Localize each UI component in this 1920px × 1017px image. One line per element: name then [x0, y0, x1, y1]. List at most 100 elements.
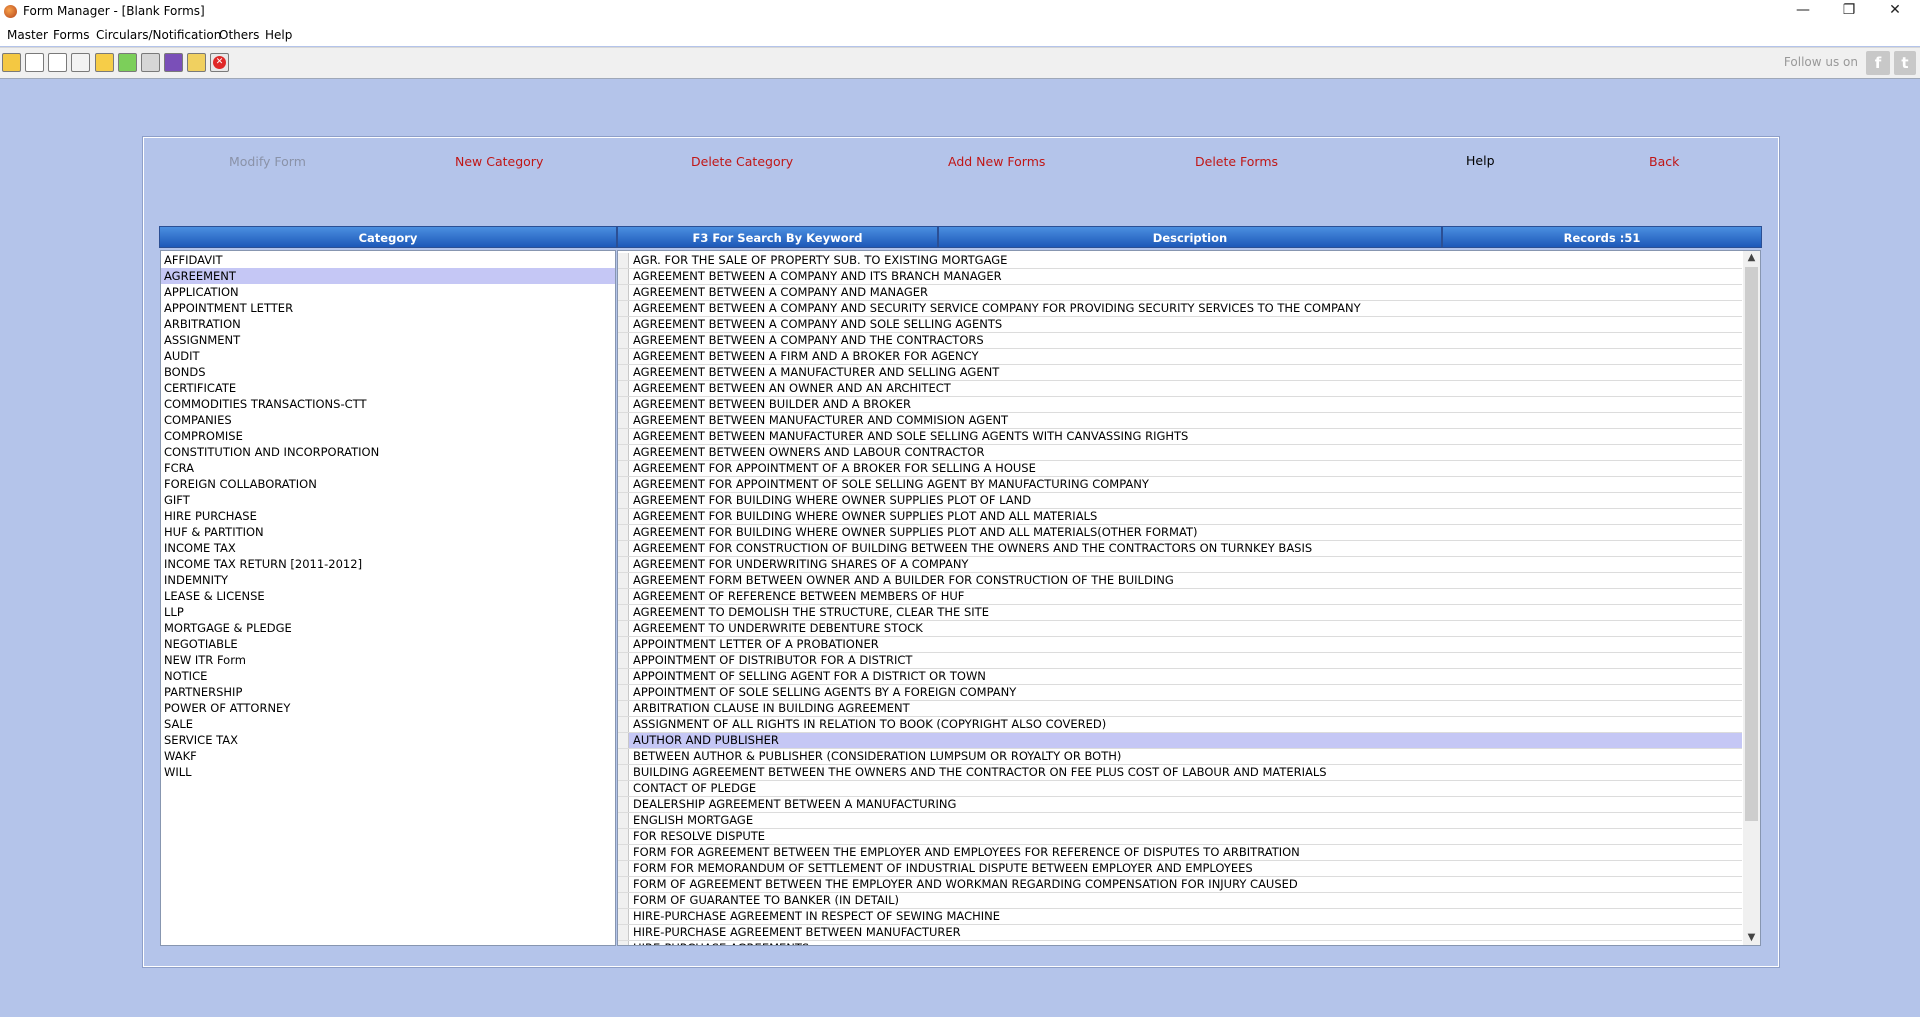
form-row[interactable]: FORM FOR MEMORANDUM OF SETTLEMENT OF IND…	[618, 861, 1742, 877]
row-header[interactable]	[618, 557, 629, 572]
form-row[interactable]: ASSIGNMENT OF ALL RIGHTS IN RELATION TO …	[618, 717, 1742, 733]
row-header[interactable]	[618, 333, 629, 348]
row-header[interactable]	[618, 797, 629, 812]
form-row[interactable]: AGREEMENT BETWEEN A COMPANY AND SOLE SEL…	[618, 317, 1742, 333]
form-row[interactable]: APPOINTMENT LETTER OF A PROBATIONER	[618, 637, 1742, 653]
chart-icon[interactable]	[118, 53, 137, 72]
form-row[interactable]: APPOINTMENT OF SELLING AGENT FOR A DISTR…	[618, 669, 1742, 685]
row-header[interactable]	[618, 925, 629, 940]
category-item[interactable]: FCRA	[161, 460, 615, 476]
row-header[interactable]	[618, 317, 629, 332]
form-row[interactable]: AGREEMENT OF REFERENCE BETWEEN MEMBERS O…	[618, 589, 1742, 605]
category-item[interactable]: CONSTITUTION AND INCORPORATION	[161, 444, 615, 460]
row-header[interactable]	[618, 749, 629, 764]
row-header[interactable]	[618, 941, 629, 945]
category-item[interactable]: POWER OF ATTORNEY	[161, 700, 615, 716]
row-header[interactable]	[618, 525, 629, 540]
category-item[interactable]: AFFIDAVIT	[161, 252, 615, 268]
form-row[interactable]: AGREEMENT FORM BETWEEN OWNER AND A BUILD…	[618, 573, 1742, 589]
facebook-icon[interactable]: f	[1866, 51, 1890, 75]
exit-icon[interactable]: ✕	[210, 53, 229, 72]
row-header[interactable]	[618, 733, 629, 748]
row-header[interactable]	[618, 397, 629, 412]
category-item[interactable]: LEASE & LICENSE	[161, 588, 615, 604]
form-row[interactable]: AGREEMENT BETWEEN A COMPANY AND SECURITY…	[618, 301, 1742, 317]
category-item[interactable]: PARTNERSHIP	[161, 684, 615, 700]
row-header[interactable]	[618, 605, 629, 620]
forms-grid[interactable]: AGR. FOR THE SALE OF PROPERTY SUB. TO EX…	[617, 250, 1761, 946]
row-header[interactable]	[618, 269, 629, 284]
category-item[interactable]: INCOME TAX RETURN [2011-2012]	[161, 556, 615, 572]
form-row[interactable]: AUTHOR AND PUBLISHER	[618, 733, 1742, 749]
menu-master[interactable]: Master	[7, 28, 48, 42]
row-header[interactable]	[618, 829, 629, 844]
users-icon[interactable]	[2, 53, 21, 72]
category-item[interactable]: NEGOTIABLE	[161, 636, 615, 652]
form-row[interactable]: AGREEMENT FOR BUILDING WHERE OWNER SUPPL…	[618, 493, 1742, 509]
form-row[interactable]: AGREEMENT TO DEMOLISH THE STRUCTURE, CLE…	[618, 605, 1742, 621]
delete-forms-button[interactable]: Delete Forms	[1195, 154, 1278, 169]
category-item[interactable]: MORTGAGE & PLEDGE	[161, 620, 615, 636]
form-row[interactable]: AGREEMENT BETWEEN MANUFACTURER AND COMMI…	[618, 413, 1742, 429]
row-header[interactable]	[618, 621, 629, 636]
category-item[interactable]: SERVICE TAX	[161, 732, 615, 748]
menu-forms[interactable]: Forms	[53, 28, 89, 42]
form-row[interactable]: APPOINTMENT OF SOLE SELLING AGENTS BY A …	[618, 685, 1742, 701]
row-header[interactable]	[618, 493, 629, 508]
add-new-forms-button[interactable]: Add New Forms	[948, 154, 1045, 169]
category-item[interactable]: ARBITRATION	[161, 316, 615, 332]
vertical-scrollbar[interactable]: ▲ ▼	[1743, 251, 1760, 945]
row-header[interactable]	[618, 685, 629, 700]
form-row[interactable]: AGREEMENT TO UNDERWRITE DEBENTURE STOCK	[618, 621, 1742, 637]
form-row[interactable]: FOR RESOLVE DISPUTE	[618, 829, 1742, 845]
form-row[interactable]: CONTACT OF PLEDGE	[618, 781, 1742, 797]
form-row[interactable]: BETWEEN AUTHOR & PUBLISHER (CONSIDERATIO…	[618, 749, 1742, 765]
tools-icon[interactable]	[141, 53, 160, 72]
category-item[interactable]: CERTIFICATE	[161, 380, 615, 396]
row-header[interactable]	[618, 813, 629, 828]
form-row[interactable]: HIRE-PURCHASE AGREEMENTS	[618, 941, 1742, 945]
form-row[interactable]: FORM FOR AGREEMENT BETWEEN THE EMPLOYER …	[618, 845, 1742, 861]
help-button[interactable]: Help	[1466, 153, 1495, 168]
form-row[interactable]: AGREEMENT BETWEEN A COMPANY AND THE CONT…	[618, 333, 1742, 349]
row-header[interactable]	[618, 669, 629, 684]
category-item[interactable]: NOTICE	[161, 668, 615, 684]
row-header[interactable]	[618, 445, 629, 460]
row-header[interactable]	[618, 253, 629, 268]
row-header[interactable]	[618, 477, 629, 492]
category-item[interactable]: FOREIGN COLLABORATION	[161, 476, 615, 492]
modify-form-button[interactable]: Modify Form	[229, 154, 306, 169]
row-header[interactable]	[618, 541, 629, 556]
form-row[interactable]: AGREEMENT FOR UNDERWRITING SHARES OF A C…	[618, 557, 1742, 573]
search-header[interactable]: F3 For Search By Keyword	[617, 226, 938, 248]
form-row[interactable]: AGREEMENT FOR BUILDING WHERE OWNER SUPPL…	[618, 509, 1742, 525]
form-row[interactable]: DEALERSHIP AGREEMENT BETWEEN A MANUFACTU…	[618, 797, 1742, 813]
book-icon[interactable]	[164, 53, 183, 72]
row-header[interactable]	[618, 365, 629, 380]
category-item[interactable]: HUF & PARTITION	[161, 524, 615, 540]
row-header[interactable]	[618, 637, 629, 652]
row-header[interactable]	[618, 845, 629, 860]
form-row[interactable]: AGREEMENT BETWEEN MANUFACTURER AND SOLE …	[618, 429, 1742, 445]
scroll-up-icon[interactable]: ▲	[1743, 251, 1760, 265]
category-item[interactable]: BONDS	[161, 364, 615, 380]
new-category-button[interactable]: New Category	[455, 154, 543, 169]
category-item[interactable]: NEW ITR Form	[161, 652, 615, 668]
category-item[interactable]: COMMODITIES TRANSACTIONS-CTT	[161, 396, 615, 412]
close-button[interactable]: ✕	[1872, 0, 1918, 22]
menu-others[interactable]: Others	[219, 28, 259, 42]
row-header[interactable]	[618, 301, 629, 316]
row-header[interactable]	[618, 413, 629, 428]
scroll-thumb[interactable]	[1745, 267, 1758, 821]
form-row[interactable]: AGREEMENT BETWEEN A COMPANY AND ITS BRAN…	[618, 269, 1742, 285]
form-row[interactable]: FORM OF GUARANTEE TO BANKER (IN DETAIL)	[618, 893, 1742, 909]
category-item[interactable]: COMPROMISE	[161, 428, 615, 444]
scroll-down-icon[interactable]: ▼	[1743, 931, 1760, 945]
category-list[interactable]: AFFIDAVIT AGREEMENT APPLICATION APPOINTMENT…	[160, 250, 616, 946]
form-row[interactable]: AGREEMENT BETWEEN BUILDER AND A BROKER	[618, 397, 1742, 413]
category-item[interactable]: LLP	[161, 604, 615, 620]
row-header[interactable]	[618, 909, 629, 924]
row-header[interactable]	[618, 893, 629, 908]
form-row[interactable]: ENGLISH MORTGAGE	[618, 813, 1742, 829]
form-row[interactable]: BUILDING AGREEMENT BETWEEN THE OWNERS AN…	[618, 765, 1742, 781]
